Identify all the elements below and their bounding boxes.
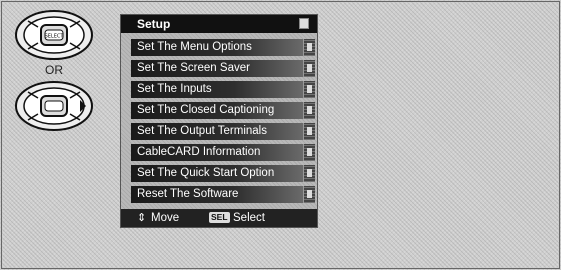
- remote-dpad-select-illustration: SELECT: [14, 9, 94, 61]
- menu-item-scroll-icon: [303, 165, 315, 182]
- menu-item-scroll-icon: [303, 144, 315, 161]
- select-button-text: SELECT: [45, 34, 65, 40]
- menu-item-label: Set The Menu Options: [137, 41, 252, 53]
- menu-item-quick-start[interactable]: Set The Quick Start Option: [131, 165, 315, 182]
- move-hint: Move: [151, 212, 180, 224]
- menu-item-scroll-icon: [303, 123, 315, 140]
- menu-item-cablecard-information[interactable]: CableCARD Information: [131, 144, 315, 161]
- menu-item-scroll-icon: [303, 81, 315, 98]
- setup-menu: Setup Set The Menu Options Set The Scree…: [120, 14, 318, 228]
- or-label: OR: [45, 63, 63, 77]
- menu-item-menu-options[interactable]: Set The Menu Options: [131, 39, 315, 56]
- menu-item-reset-software[interactable]: Reset The Software: [131, 186, 315, 203]
- menu-item-output-terminals[interactable]: Set The Output Terminals: [131, 123, 315, 140]
- menu-header-knob-icon: [299, 18, 309, 29]
- menu-item-label: Set The Output Terminals: [137, 125, 267, 137]
- dpad-icon: SELECT: [15, 10, 93, 60]
- menu-item-label: Set The Screen Saver: [137, 62, 250, 74]
- menu-footer: ⇕ Move SEL Select: [121, 209, 317, 227]
- menu-item-scroll-icon: [303, 186, 315, 203]
- menu-item-scroll-icon: [303, 102, 315, 119]
- menu-item-scroll-icon: [303, 60, 315, 77]
- menu-item-screen-saver[interactable]: Set The Screen Saver: [131, 60, 315, 77]
- select-hint: Select: [233, 212, 265, 224]
- updown-arrows-icon: ⇕: [137, 212, 147, 224]
- menu-item-closed-captioning[interactable]: Set The Closed Captioning: [131, 102, 315, 119]
- menu-item-inputs[interactable]: Set The Inputs: [131, 81, 315, 98]
- menu-item-label: CableCARD Information: [137, 146, 261, 158]
- menu-item-label: Set The Quick Start Option: [137, 167, 275, 179]
- dpad-right-arrow-icon: [15, 81, 93, 131]
- menu-item-label: Set The Inputs: [137, 83, 212, 95]
- remote-dpad-right-illustration: [14, 80, 94, 132]
- menu-item-label: Reset The Software: [137, 188, 239, 200]
- menu-header: Setup: [121, 15, 317, 33]
- menu-title: Setup: [137, 17, 171, 31]
- menu-item-scroll-icon: [303, 39, 315, 56]
- sel-button-icon: SEL: [209, 212, 230, 223]
- menu-item-label: Set The Closed Captioning: [137, 104, 275, 116]
